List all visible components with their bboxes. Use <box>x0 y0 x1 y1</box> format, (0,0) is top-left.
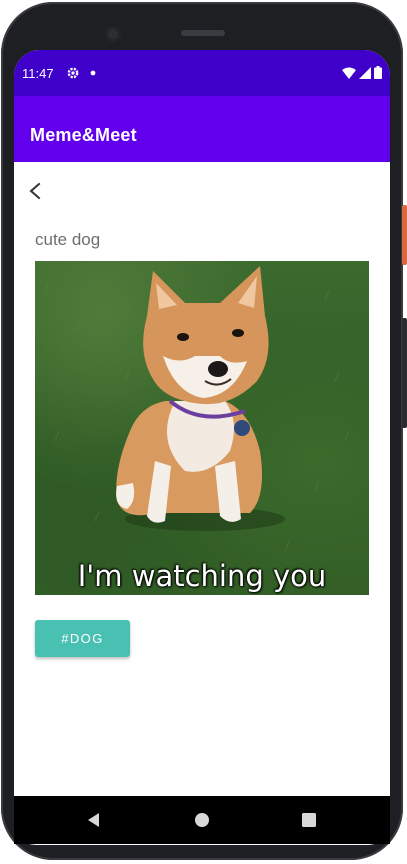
notification-dot-icon <box>89 66 97 83</box>
status-time: 11:47 <box>22 66 54 81</box>
battery-icon <box>374 66 382 79</box>
home-circle-icon <box>195 813 209 827</box>
recents-square-icon <box>302 813 316 827</box>
chevron-left-icon <box>29 182 41 200</box>
volume-button <box>402 318 407 428</box>
meme-image[interactable]: I'm watching you <box>35 261 369 595</box>
meme-overlay-text: I'm watching you <box>77 559 327 593</box>
app-bar: Meme&Meet <box>14 108 390 162</box>
back-button[interactable] <box>21 176 51 206</box>
nav-home-button[interactable] <box>190 808 214 832</box>
status-icons <box>342 66 382 79</box>
app-title: Meme&Meet <box>30 125 137 145</box>
nav-recents-button[interactable] <box>297 808 321 832</box>
tag-button-dog[interactable]: #DOG <box>35 620 130 657</box>
screen: 11:47 Meme&Meet cute dog I'm watching yo… <box>14 50 390 845</box>
navigation-bar <box>14 796 390 844</box>
signal-icon <box>359 66 371 79</box>
meme-caption: cute dog <box>35 230 101 249</box>
status-bar: 11:47 <box>14 50 390 96</box>
wifi-icon <box>342 67 356 79</box>
power-button <box>402 205 407 265</box>
shiba-dog-illustration <box>44 266 350 552</box>
app-bar-top <box>14 96 390 108</box>
earpiece-speaker <box>181 30 225 36</box>
nav-back-button[interactable] <box>82 808 106 832</box>
gear-icon <box>66 66 80 83</box>
back-triangle-icon <box>88 813 99 827</box>
front-camera <box>105 26 121 42</box>
